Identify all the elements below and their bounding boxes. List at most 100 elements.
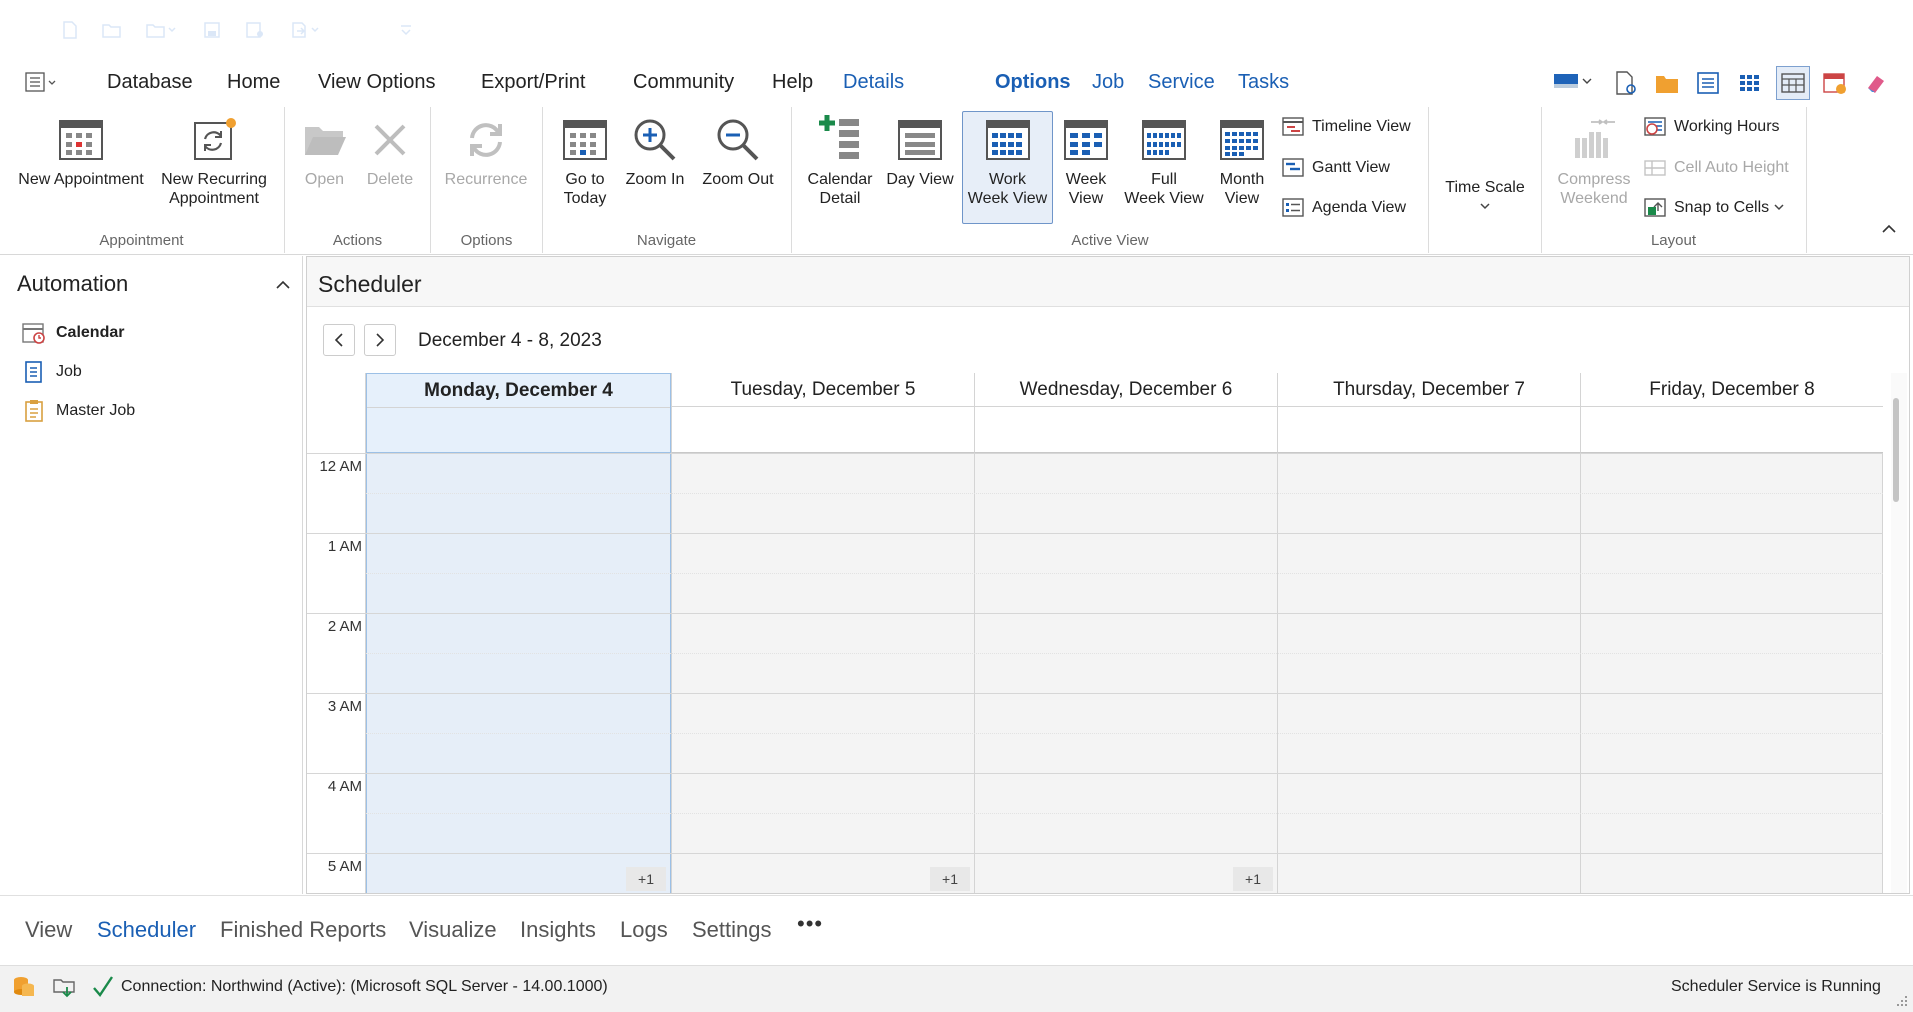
- restore-ribbon-icon[interactable]: [1671, 12, 1717, 48]
- gantt-view-button[interactable]: Gantt View: [1282, 156, 1390, 180]
- timeline-view-label: Timeline View: [1312, 118, 1411, 135]
- more-appointments-button[interactable]: +1: [1233, 867, 1273, 891]
- day-view-button[interactable]: Day View: [882, 116, 958, 189]
- more-tabs-button[interactable]: •••: [797, 911, 823, 937]
- run-icon[interactable]: [346, 16, 370, 44]
- collapse-panel-icon[interactable]: [274, 278, 292, 292]
- scrollbar-thumb[interactable]: [1893, 398, 1899, 502]
- timeline-view-button[interactable]: Timeline View: [1282, 115, 1411, 139]
- tab-insights[interactable]: Insights: [520, 917, 596, 943]
- nav-item-job[interactable]: Job: [22, 360, 82, 384]
- list-view-icon[interactable]: [1695, 70, 1721, 96]
- tab-tasks[interactable]: Tasks: [1238, 71, 1289, 94]
- save-icon[interactable]: [200, 16, 224, 44]
- folder-download-icon[interactable]: [53, 975, 77, 999]
- day-column-thursday[interactable]: [1277, 453, 1580, 893]
- save-as-icon[interactable]: [242, 16, 268, 44]
- nav-item-calendar[interactable]: Calendar: [22, 321, 124, 345]
- menu-community[interactable]: Community: [633, 71, 734, 94]
- menu-view-options[interactable]: View Options: [318, 71, 435, 94]
- zoom-in-button[interactable]: Zoom In: [620, 116, 690, 189]
- cell-auto-height-button[interactable]: Cell Auto Height: [1644, 156, 1789, 180]
- day-column-tuesday[interactable]: [671, 453, 974, 893]
- tab-options[interactable]: Options: [995, 71, 1071, 94]
- day-header-friday[interactable]: Friday, December 8: [1580, 373, 1883, 453]
- menu-export-print[interactable]: Export/Print: [481, 71, 585, 94]
- close-icon[interactable]: [1860, 12, 1906, 48]
- full-week-view-button[interactable]: Full Week View: [1121, 116, 1207, 208]
- agenda-view-button[interactable]: Agenda View: [1282, 196, 1406, 220]
- day-header-thursday[interactable]: Thursday, December 7: [1277, 373, 1580, 453]
- calendar-color-icon[interactable]: [1822, 70, 1848, 96]
- tab-visualize[interactable]: Visualize: [409, 917, 497, 943]
- delete-button[interactable]: Delete: [362, 116, 418, 189]
- update-available-link[interactable]: Update Available: [848, 18, 975, 38]
- tab-view[interactable]: View: [25, 917, 72, 943]
- resize-grip-icon[interactable]: [1896, 994, 1908, 1006]
- maximize-icon[interactable]: [1796, 12, 1842, 48]
- day-header-wednesday[interactable]: Wednesday, December 6: [974, 373, 1277, 453]
- database-icon[interactable]: [12, 975, 36, 999]
- cell-auto-height-label: Cell Auto Height: [1674, 159, 1789, 176]
- zoom-out-button[interactable]: Zoom Out: [697, 116, 779, 189]
- open-folder-icon[interactable]: [99, 16, 125, 44]
- export-icon[interactable]: [286, 16, 326, 44]
- tab-scheduler[interactable]: Scheduler: [97, 917, 196, 943]
- next-period-button[interactable]: [364, 324, 396, 356]
- week-view-button[interactable]: Week View: [1058, 116, 1114, 208]
- working-hours-button[interactable]: Working Hours: [1644, 115, 1780, 139]
- nav-item-master-job[interactable]: Master Job: [22, 399, 135, 423]
- new-recurring-label-1: New Recurring: [161, 171, 267, 188]
- settings-doc-icon[interactable]: [1613, 70, 1639, 96]
- menu-help[interactable]: Help: [772, 71, 813, 94]
- backstage-menu-icon[interactable]: [25, 72, 59, 92]
- collapse-ribbon-icon[interactable]: [1881, 222, 1897, 236]
- card-view-icon[interactable]: [1776, 66, 1810, 100]
- half-hour-line: [366, 733, 1883, 734]
- tab-settings[interactable]: Settings: [692, 917, 772, 943]
- tab-finished-reports[interactable]: Finished Reports: [220, 917, 386, 943]
- eraser-icon[interactable]: [1863, 70, 1889, 96]
- time-label: 3 AM: [327, 698, 362, 715]
- day-header-tuesday[interactable]: Tuesday, December 5: [671, 373, 974, 453]
- calendar-icon: [22, 321, 46, 345]
- work-week-view-button[interactable]: Work Week View: [962, 111, 1053, 224]
- grid-view-icon[interactable]: [1737, 70, 1763, 96]
- open-button[interactable]: Open: [297, 116, 352, 189]
- time-label: 5 AM: [327, 858, 362, 875]
- new-file-icon[interactable]: [58, 16, 82, 44]
- compress-weekend-label-2: Weekend: [1560, 190, 1628, 207]
- previous-period-button[interactable]: [323, 324, 355, 356]
- folder-icon[interactable]: [1654, 70, 1680, 96]
- day-column-wednesday[interactable]: [974, 453, 1277, 893]
- more-appointments-button[interactable]: +1: [626, 867, 666, 891]
- minimize-icon[interactable]: [1733, 12, 1779, 48]
- customize-qat-icon[interactable]: [394, 16, 418, 44]
- day-header-monday[interactable]: Monday, December 4: [366, 373, 671, 453]
- day-column-monday[interactable]: [366, 453, 671, 893]
- app-title: VDM: [611, 18, 649, 37]
- more-appointments-button[interactable]: +1: [930, 867, 970, 891]
- master-job-icon: [22, 399, 46, 423]
- snap-to-cells-dropdown[interactable]: Snap to Cells: [1644, 196, 1785, 220]
- new-appointment-button[interactable]: New Appointment: [14, 116, 148, 189]
- month-view-button[interactable]: Month View: [1211, 116, 1273, 208]
- go-to-today-button[interactable]: Go to Today: [555, 116, 615, 208]
- day-column-friday[interactable]: [1580, 453, 1883, 893]
- calendar-detail-button[interactable]: Calendar Detail: [803, 112, 877, 208]
- color-scheme-icon[interactable]: [1553, 70, 1595, 94]
- menu-database[interactable]: Database: [107, 71, 193, 94]
- menu-home[interactable]: Home: [227, 71, 280, 94]
- recurrence-button[interactable]: Recurrence: [443, 116, 529, 189]
- tab-service[interactable]: Service: [1148, 71, 1215, 94]
- hour-line: [307, 773, 1883, 774]
- work-week-view-icon: [984, 116, 1032, 164]
- time-scale-dropdown[interactable]: Time Scale: [1438, 178, 1532, 216]
- time-ruler: [307, 453, 366, 893]
- chevron-down-icon: [1479, 197, 1491, 216]
- open-recent-icon[interactable]: [141, 16, 181, 44]
- tab-job[interactable]: Job: [1092, 71, 1124, 94]
- tab-logs[interactable]: Logs: [620, 917, 668, 943]
- compress-weekend-button[interactable]: Compress Weekend: [1550, 116, 1638, 208]
- new-recurring-appointment-button[interactable]: New Recurring Appointment: [158, 116, 270, 208]
